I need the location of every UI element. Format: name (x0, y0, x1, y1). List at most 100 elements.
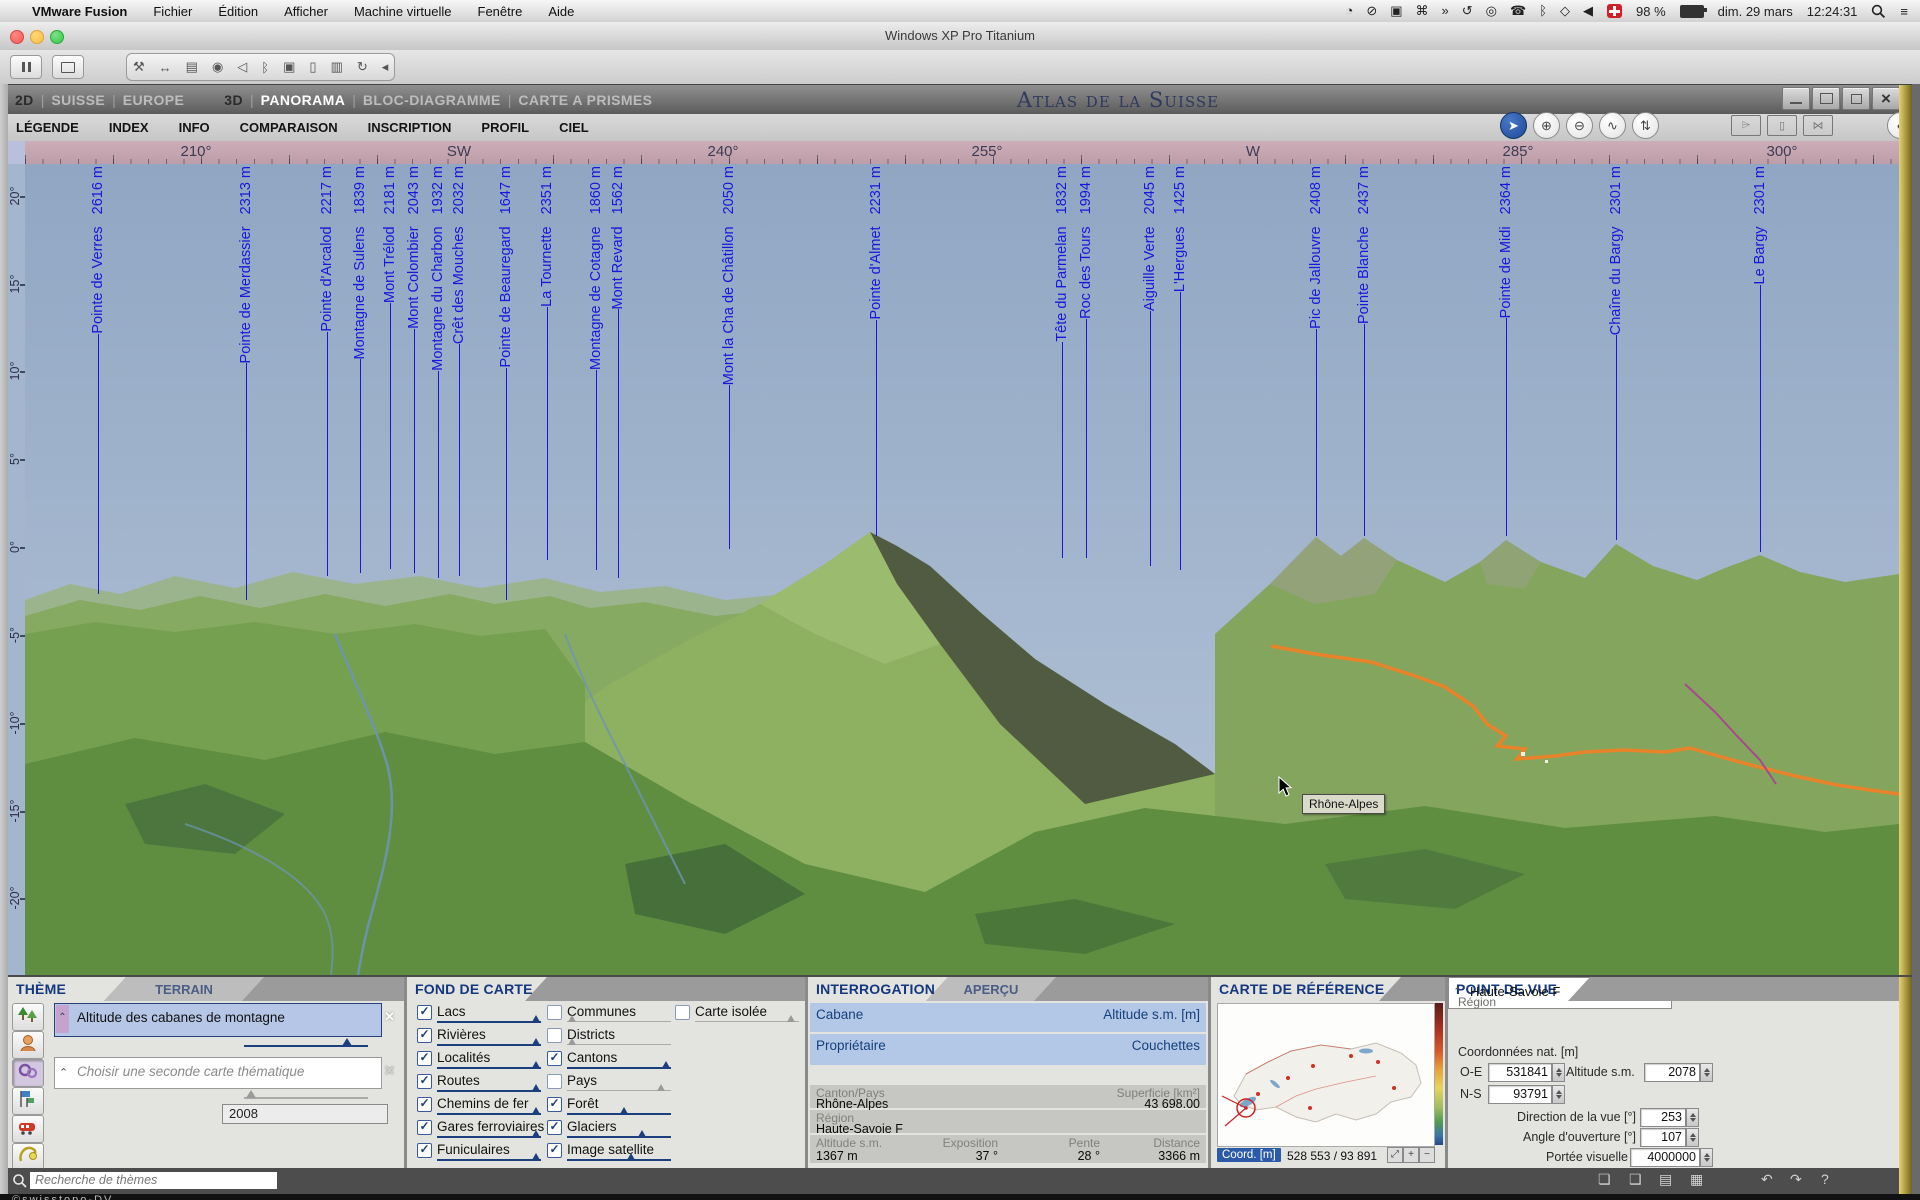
airport-icon[interactable]: ◇ (1560, 3, 1570, 19)
chevron-up-icon[interactable]: ⌃ (59, 1066, 68, 1079)
macmenu-item-machine-virtuelle[interactable]: Machine virtuelle (354, 4, 452, 19)
checkbox-unchecked[interactable] (547, 1074, 562, 1089)
tab-terrain[interactable]: TERRAIN (104, 977, 264, 1001)
stepper-icon[interactable] (1700, 1148, 1713, 1167)
layer-toggle-for-t[interactable]: ✓Forêt (547, 1096, 677, 1118)
app-maximize-button[interactable] (1812, 87, 1840, 110)
thematic-map-field[interactable]: ⌃ Altitude des cabanes de montagne (54, 1003, 382, 1037)
layer-opacity-slider[interactable] (437, 1067, 541, 1069)
pdv-input-port-e-visuelle[interactable]: 4000000 (1630, 1148, 1700, 1167)
layer-opacity-slider[interactable] (437, 1113, 541, 1115)
slider-marker[interactable] (787, 1015, 795, 1022)
layer-opacity-slider[interactable] (567, 1067, 671, 1069)
peak-label-pic-de-jallouvre[interactable]: Pic de Jallouvre 2408 m (1307, 166, 1325, 536)
peak-label-le-bargy[interactable]: Le Bargy 2301 m (1751, 166, 1769, 552)
macmenu-item-fichier[interactable]: Fichier (153, 4, 192, 19)
year-field[interactable]: 2008 (222, 1104, 388, 1124)
layer-opacity-slider[interactable] (437, 1090, 541, 1092)
layer-opacity-slider[interactable] (437, 1159, 541, 1161)
macmenu-item-afficher[interactable]: Afficher (284, 4, 328, 19)
slider-handle[interactable] (342, 1038, 352, 1046)
notification-center-icon[interactable]: ≡ (1900, 4, 1908, 19)
layer-opacity-slider[interactable] (567, 1021, 671, 1022)
boundaries-button[interactable] (12, 1087, 44, 1115)
checkbox-checked[interactable]: ✓ (547, 1051, 562, 1066)
second-thematic-map-field[interactable]: ⌃ Choisir une seconde carte thématique (54, 1057, 382, 1089)
usb-icon[interactable]: ▯ (309, 59, 316, 75)
peak-label-pointe-d-almet[interactable]: Pointe d'Almet 2231 m (867, 166, 885, 536)
chat-bubble-icon[interactable]: ❑ (1629, 1171, 1642, 1188)
clear-theme-icon[interactable]: ✕ (384, 1009, 395, 1025)
help-icon[interactable]: ? (1821, 1171, 1829, 1187)
clock-icon[interactable]: ◔ (1345, 3, 1353, 19)
communication-button[interactable] (12, 1143, 44, 1171)
pdv-input-direction-de-la-vue-[interactable]: 253 (1640, 1108, 1686, 1127)
phone-icon[interactable]: ☎ (1510, 3, 1526, 19)
displays-icon[interactable]: ▣ (1390, 3, 1402, 19)
macmenu-item-vmware-fusion[interactable]: VMware Fusion (32, 4, 127, 19)
peak-label-montagne-de-cotagne[interactable]: Montagne de Cotagne 1860 m (587, 166, 605, 570)
tab-apercu[interactable]: APERÇU (926, 977, 1056, 1001)
menubar-date[interactable]: dim. 29 mars (1718, 4, 1793, 19)
pause-vm-button[interactable] (10, 55, 42, 79)
time-machine-icon[interactable]: ↺ (1462, 3, 1473, 19)
checkbox-checked[interactable]: ✓ (547, 1097, 562, 1112)
checkbox-unchecked[interactable] (547, 1028, 562, 1043)
layer-toggle-rivi-res[interactable]: ✓Rivières (417, 1027, 547, 1049)
checkbox-checked[interactable]: ✓ (547, 1120, 562, 1135)
chevron-up-icon[interactable]: ⌃ (56, 1005, 69, 1033)
volume-icon[interactable]: ◀ (1583, 3, 1593, 19)
slider-marker[interactable] (638, 1130, 646, 1137)
peak-label-l-hergues[interactable]: L'Hergues 1425 m (1171, 166, 1189, 570)
fast-user-switch-icon[interactable]: » (1442, 3, 1449, 19)
settings-wrench-icon[interactable]: ⚒ (133, 59, 145, 75)
layer-toggle-glaciers[interactable]: ✓Glaciers (547, 1119, 677, 1141)
slider-marker[interactable] (532, 1084, 540, 1091)
toolbar-collapse-icon[interactable]: ◂ (382, 59, 389, 75)
nav-item-suisse[interactable]: SUISSE (51, 92, 105, 108)
layer-toggle-carte-isol-e[interactable]: Carte isolée (675, 1004, 805, 1026)
checkbox-checked[interactable]: ✓ (417, 1143, 432, 1158)
checkbox-checked[interactable]: ✓ (417, 1028, 432, 1043)
slider-marker[interactable] (662, 1061, 670, 1068)
checkbox-unchecked[interactable] (675, 1005, 690, 1020)
bluetooth-device-icon[interactable]: ᛒ (261, 60, 269, 75)
slider-marker[interactable] (620, 1107, 628, 1114)
layer-opacity-slider[interactable] (437, 1044, 541, 1046)
layer-toggle-communes[interactable]: Communes (547, 1004, 677, 1026)
frame-split-icon[interactable]: ▯ (1767, 115, 1797, 136)
sound-icon[interactable]: ◁ (237, 59, 247, 75)
peak-label-pointe-d-arcalod[interactable]: Pointe d'Arcalod 2217 m (318, 166, 336, 576)
spotlight-icon[interactable] (1871, 4, 1886, 19)
layer-opacity-slider[interactable] (437, 1021, 541, 1023)
stepper-icon[interactable] (1686, 1108, 1699, 1127)
peak-label-pointe-blanche[interactable]: Pointe Blanche 2437 m (1355, 166, 1373, 536)
network-icon[interactable]: ↔ (159, 60, 172, 75)
layer-toggle-cantons[interactable]: ✓Cantons (547, 1050, 677, 1072)
bluetooth-icon[interactable]: ᛒ (1539, 3, 1547, 19)
guide-book-icon[interactable]: ▦ (1690, 1171, 1703, 1188)
redo-icon[interactable]: ↷ (1790, 1171, 1802, 1188)
peak-label-pointe-de-midi[interactable]: Pointe de Midi 2364 m (1497, 166, 1515, 536)
pointer-tool-icon[interactable]: ➤ (1500, 112, 1527, 139)
pdv-input-o-e[interactable]: 531841 (1488, 1063, 1552, 1082)
menu-item-info[interactable]: INFO (179, 120, 210, 135)
macmenu-item-édition[interactable]: Édition (218, 4, 258, 19)
peak-label-t-te-du-parmelan[interactable]: Tête du Parmelan 1832 m (1053, 166, 1071, 558)
slider-marker[interactable] (568, 1015, 576, 1022)
app-restore-button[interactable] (1842, 87, 1870, 110)
print-icon[interactable]: ▤ (1659, 1171, 1672, 1188)
layer-toggle-funiculaires[interactable]: ✓Funiculaires (417, 1142, 547, 1164)
peak-label-pointe-de-beauregard[interactable]: Pointe de Beauregard 1647 m (497, 166, 515, 600)
checkbox-checked[interactable]: ✓ (417, 1097, 432, 1112)
layer-toggle-gares-ferroviaires[interactable]: ✓Gares ferroviaires (417, 1119, 547, 1141)
slider-marker[interactable] (532, 1015, 540, 1022)
menu-item-inscription[interactable]: INSCRIPTION (368, 120, 452, 135)
pdv-input-n-s[interactable]: 93791 (1488, 1085, 1552, 1104)
menu-item-comparaison[interactable]: COMPARAISON (240, 120, 338, 135)
viewpoint-icon[interactable]: ⇅ (1632, 112, 1659, 139)
stepper-icon[interactable] (1686, 1128, 1699, 1147)
vegetation-button[interactable] (12, 1003, 44, 1031)
app-minimize-button[interactable] (1782, 87, 1810, 110)
chevron-up-icon[interactable]: ⌃ (1453, 985, 1462, 998)
